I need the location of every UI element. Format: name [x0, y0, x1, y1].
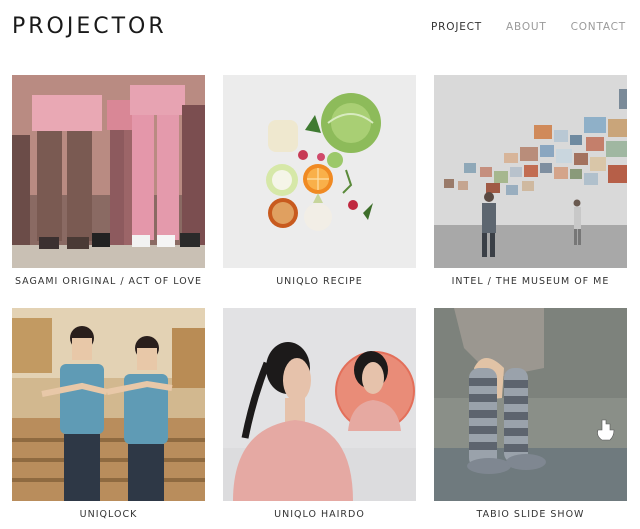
project-grid: SAGAMI ORIGINAL / ACT OF LOVE UNIQLO REC…: [12, 75, 627, 528]
project-title: UNIQLOCK: [79, 509, 138, 520]
project-title: UNIQLO HAIRDO: [274, 509, 365, 520]
project-thumbnail: [434, 75, 627, 268]
project-thumbnail: [12, 75, 205, 268]
project-title: UNIQLO RECIPE: [276, 276, 363, 287]
project-thumbnail: [434, 308, 627, 501]
site-logo[interactable]: PROJECTOR: [12, 14, 167, 39]
project-title: TABIO SLIDE SHOW: [476, 509, 585, 520]
nav-project[interactable]: PROJECT: [431, 21, 482, 33]
project-tile-uniqlo-recipe[interactable]: UNIQLO RECIPE: [223, 75, 416, 308]
project-tile-sagami[interactable]: SAGAMI ORIGINAL / ACT OF LOVE: [12, 75, 205, 308]
nav-about[interactable]: ABOUT: [506, 21, 547, 33]
project-thumbnail: [223, 75, 416, 268]
nav-contact[interactable]: CONTACT: [571, 21, 626, 33]
project-title: INTEL / THE MUSEUM OF ME: [451, 276, 610, 287]
main-nav: PROJECT ABOUT CONTACT: [431, 21, 626, 33]
project-tile-uniqlock[interactable]: UNIQLOCK: [12, 308, 205, 528]
project-tile-intel[interactable]: INTEL / THE MUSEUM OF ME: [434, 75, 627, 308]
project-tile-tabio[interactable]: TABIO SLIDE SHOW: [434, 308, 627, 528]
project-thumbnail: [12, 308, 205, 501]
project-thumbnail: [223, 308, 416, 501]
project-tile-uniqlo-hairdo[interactable]: UNIQLO HAIRDO: [223, 308, 416, 528]
project-title: SAGAMI ORIGINAL / ACT OF LOVE: [14, 276, 203, 287]
